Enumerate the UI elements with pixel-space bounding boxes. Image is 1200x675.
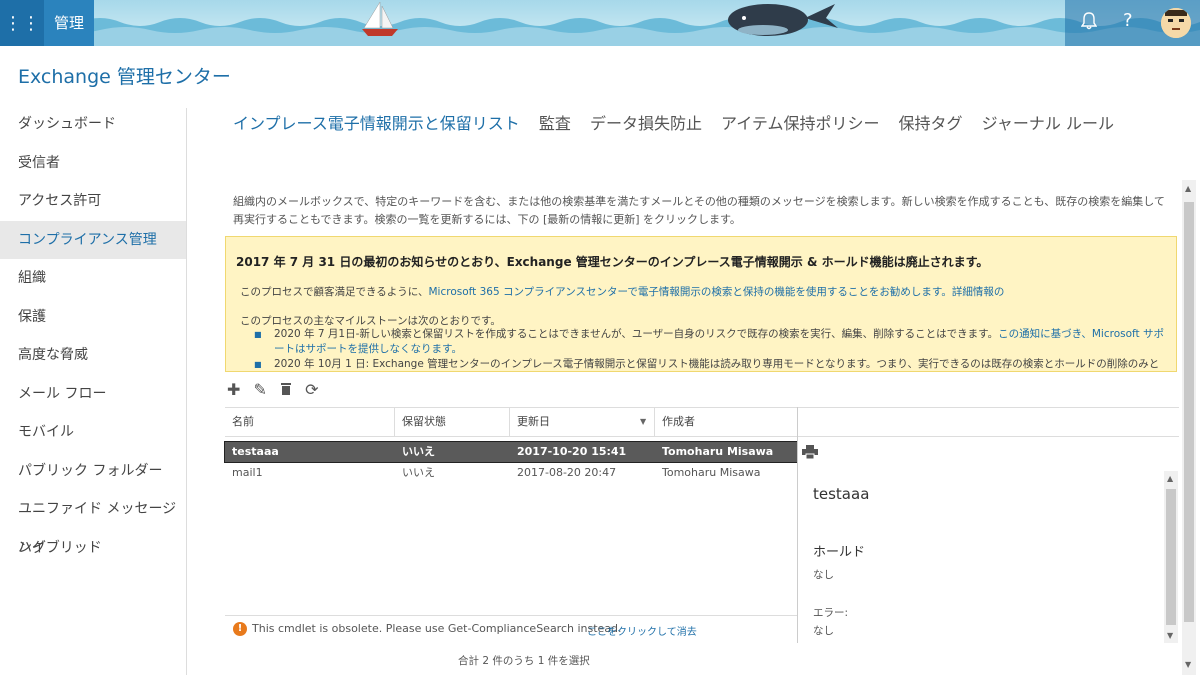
page-description: 組織内のメールボックスで、特定のキーワードを含む、または他の検索基準を満たすメー… bbox=[233, 195, 1165, 226]
banner-scene bbox=[0, 1, 1200, 46]
column-header-modified-label: 更新日 bbox=[517, 415, 550, 428]
scroll-up-arrow-icon[interactable]: ▲ bbox=[1185, 184, 1191, 193]
detail-hold-label: ホールド bbox=[813, 545, 866, 560]
cell-author: Tomoharu Misawa bbox=[662, 445, 774, 458]
tab-bar: インプレース電子情報開示と保留リスト 監査 データ損失防止 アイテム保持ポリシー… bbox=[233, 110, 1128, 134]
add-icon[interactable]: ✚ bbox=[227, 380, 240, 399]
sidebar-item-public-folders[interactable]: パブリック フォルダー bbox=[0, 452, 186, 491]
sidebar-item-compliance-management[interactable]: コンプライアンス管理 bbox=[0, 220, 186, 259]
main-scrollbar-thumb[interactable] bbox=[1184, 202, 1194, 622]
sidebar-item-mobile[interactable]: モバイル bbox=[0, 413, 186, 452]
tab-retention-policies[interactable]: アイテム保持ポリシー bbox=[721, 114, 879, 133]
detail-hold-value: なし bbox=[813, 569, 834, 581]
status-bar: ! This cmdlet is obsolete. Please use Ge… bbox=[225, 615, 797, 644]
cell-hold: いいえ bbox=[402, 466, 435, 479]
app-name[interactable]: 管理 bbox=[44, 0, 94, 46]
cell-modified: 2017-10-20 15:41 bbox=[517, 445, 627, 458]
sidebar-item-recipients[interactable]: 受信者 bbox=[0, 144, 186, 183]
detail-name: testaaa bbox=[813, 485, 870, 503]
cell-modified: 2017-08-20 20:47 bbox=[517, 466, 617, 479]
notice-heading: 2017 年 7 月 31 日の最初のお知らせのとおり、Exchange 管理セ… bbox=[236, 255, 989, 269]
search-list: 名前 保留状態 更新日 ▼ 作成者 testaaa いいえ 2017-10-20… bbox=[224, 407, 798, 643]
detail-error-value: なし bbox=[813, 625, 834, 637]
sidebar-item-protection[interactable]: 保護 bbox=[0, 298, 186, 337]
sidebar-item-organization[interactable]: 組織 bbox=[0, 259, 186, 298]
notice-bullet-1-text: 2020 年 7 月1日-新しい検索と保留リストを作成することはできませんが、ユ… bbox=[274, 328, 999, 340]
header-actions: ? bbox=[1065, 0, 1200, 46]
notice-line1: このプロセスで顧客満足できるように、Microsoft 365 コンプライアンス… bbox=[240, 284, 1004, 299]
sidebar-item-hybrid[interactable]: ハイブリッド bbox=[0, 529, 186, 568]
deprecation-notice: 2017 年 7 月 31 日の最初のお知らせのとおり、Exchange 管理セ… bbox=[225, 236, 1177, 372]
scroll-down-arrow-icon[interactable]: ▼ bbox=[1167, 631, 1173, 640]
cell-author: Tomoharu Misawa bbox=[662, 466, 761, 479]
detail-scrollbar[interactable]: ▲ ▼ bbox=[1164, 471, 1178, 643]
cell-name: testaaa bbox=[232, 445, 279, 458]
sidebar-divider bbox=[186, 108, 187, 675]
bell-icon[interactable] bbox=[1080, 12, 1101, 32]
dismiss-link[interactable]: ここをクリックして消去 bbox=[587, 623, 697, 638]
detail-pane: testaaa ホールド なし エラー: なし ▲ ▼ bbox=[797, 407, 1179, 643]
detail-scrollbar-thumb[interactable] bbox=[1166, 489, 1176, 625]
notice-line1-prefix: このプロセスで顧客満足できるように、 bbox=[240, 286, 429, 298]
column-header-hold-status[interactable]: 保留状態 bbox=[395, 408, 510, 436]
sidebar-item-advanced-threats[interactable]: 高度な脅威 bbox=[0, 336, 186, 375]
table-row[interactable]: testaaa いいえ 2017-10-20 15:41 Tomoharu Mi… bbox=[224, 441, 798, 463]
detail-header bbox=[798, 407, 1179, 437]
notice-bullet-2-text: 2020 年 10月 1 日: Exchange 管理センターのインプレース電子… bbox=[274, 358, 1160, 370]
bullet-icon: ■ bbox=[254, 330, 262, 339]
cell-hold: いいえ bbox=[402, 445, 435, 458]
avatar[interactable] bbox=[1161, 8, 1191, 38]
tab-dlp[interactable]: データ損失防止 bbox=[590, 114, 702, 133]
sidebar-item-dashboard[interactable]: ダッシュボード bbox=[0, 105, 186, 144]
warning-icon: ! bbox=[233, 622, 247, 636]
print-icon[interactable] bbox=[802, 445, 818, 463]
notice-line2: このプロセスの主なマイルストーンは次のとおりです。 bbox=[240, 315, 501, 327]
scroll-up-arrow-icon[interactable]: ▲ bbox=[1167, 474, 1173, 483]
refresh-icon[interactable]: ⟳ bbox=[305, 380, 318, 399]
edit-icon[interactable]: ✎ bbox=[254, 380, 267, 399]
delete-icon[interactable] bbox=[280, 380, 297, 399]
list-header: 名前 保留状態 更新日 ▼ 作成者 bbox=[225, 407, 797, 437]
page-title: Exchange 管理センター bbox=[18, 66, 231, 88]
tab-journal-rules[interactable]: ジャーナル ルール bbox=[982, 114, 1114, 133]
detail-error-label: エラー: bbox=[813, 607, 849, 619]
sidebar-item-permissions[interactable]: アクセス許可 bbox=[0, 182, 186, 221]
main-scrollbar[interactable]: ▲ ▼ bbox=[1182, 180, 1196, 675]
column-header-modified[interactable]: 更新日 ▼ bbox=[510, 408, 655, 436]
sidebar-nav: ダッシュボード 受信者 アクセス許可 コンプライアンス管理 組織 保護 高度な脅… bbox=[0, 105, 186, 567]
list-toolbar: ✚ ✎ ⟳ bbox=[227, 380, 327, 399]
table-row[interactable]: mail1 いいえ 2017-08-20 20:47 Tomoharu Misa… bbox=[225, 463, 797, 483]
bullet-icon: ■ bbox=[254, 360, 262, 369]
status-message: This cmdlet is obsolete. Please use Get-… bbox=[252, 622, 622, 635]
top-banner: ⋮⋮ 管理 ? bbox=[0, 0, 1200, 46]
notice-line1-link[interactable]: Microsoft 365 コンプライアンスセンターで電子情報開示の検索と保持の… bbox=[428, 286, 1004, 298]
column-header-author[interactable]: 作成者 bbox=[655, 408, 797, 436]
scroll-down-arrow-icon[interactable]: ▼ bbox=[1185, 660, 1191, 669]
sidebar-item-unified-messaging[interactable]: ユニファイド メッセージング bbox=[0, 490, 186, 556]
sort-desc-icon: ▼ bbox=[640, 417, 647, 426]
notice-bullet-1: ■ 2020 年 7 月1日-新しい検索と保留リストを作成することはできませんが… bbox=[254, 327, 1164, 357]
tab-ediscovery-hold[interactable]: インプレース電子情報開示と保留リスト bbox=[233, 114, 520, 133]
cell-name: mail1 bbox=[232, 466, 263, 479]
selection-count: 合計 2 件のうち 1 件を選択 bbox=[458, 655, 590, 667]
app-launcher-icon[interactable]: ⋮⋮ bbox=[0, 0, 44, 46]
tab-auditing[interactable]: 監査 bbox=[539, 114, 571, 133]
notice-bullet-2: ■ 2020 年 10月 1 日: Exchange 管理センターのインプレース… bbox=[254, 357, 1164, 371]
sidebar-item-mail-flow[interactable]: メール フロー bbox=[0, 375, 186, 414]
sailboat-icon bbox=[362, 1, 398, 36]
tab-retention-tags[interactable]: 保持タグ bbox=[899, 114, 963, 133]
help-icon[interactable]: ? bbox=[1123, 10, 1133, 31]
column-header-name[interactable]: 名前 bbox=[225, 408, 395, 436]
